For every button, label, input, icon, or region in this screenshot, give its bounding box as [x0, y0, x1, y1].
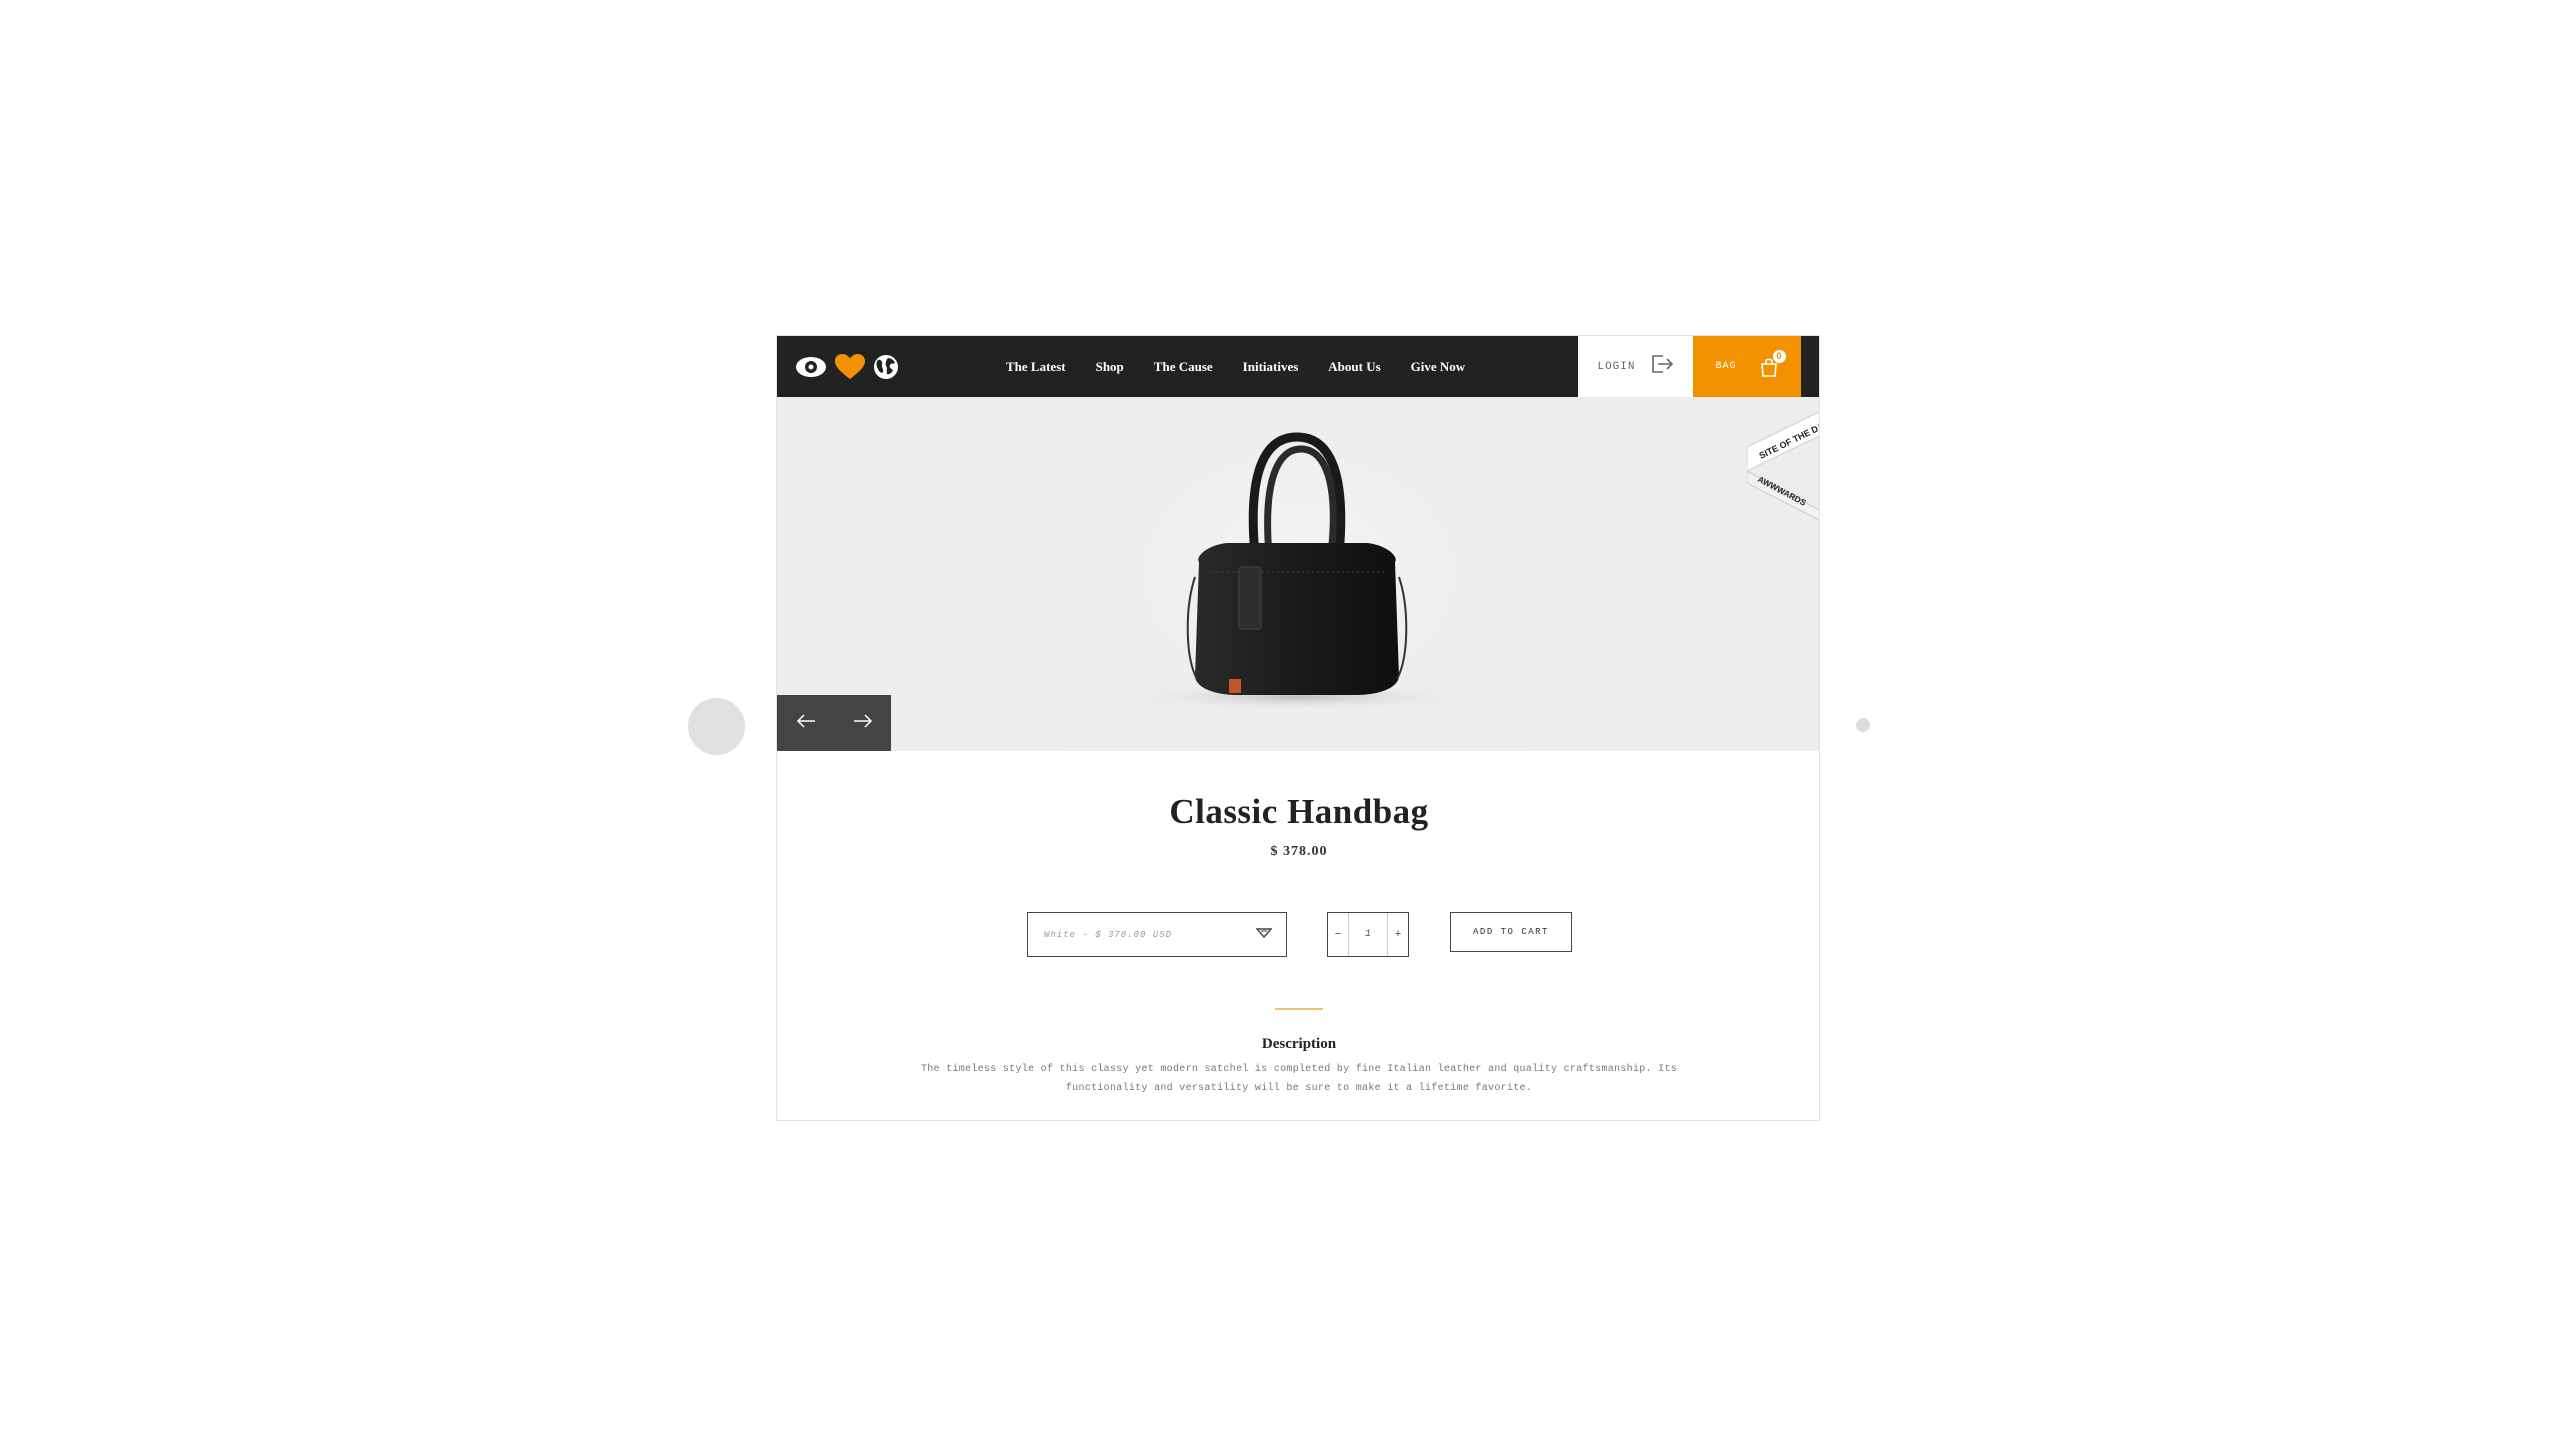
description-body: The timeless style of this classy yet mo…	[920, 1064, 1678, 1094]
outer-slideshow-next[interactable]	[1856, 718, 1870, 732]
bag-icon: 0	[1759, 349, 1786, 377]
bag-button[interactable]: BAG 0	[1693, 336, 1801, 397]
nav-item-give-now[interactable]: Give Now	[1396, 359, 1481, 375]
hero-prev-button[interactable]	[777, 695, 834, 751]
nav-item-the-latest[interactable]: The Latest	[991, 359, 1081, 375]
chevron-down-icon	[1255, 926, 1273, 944]
variant-selected-value: White - $ 378.00 USD	[1044, 929, 1173, 940]
qty-decrement-button[interactable]: −	[1328, 913, 1348, 956]
nav-item-shop[interactable]: Shop	[1081, 359, 1139, 375]
nav-item-initiatives[interactable]: Initiatives	[1228, 359, 1314, 375]
bag-label: BAG	[1715, 361, 1737, 372]
globe-icon	[873, 354, 899, 380]
nav-item-about-us[interactable]: About Us	[1313, 359, 1395, 375]
heart-icon	[835, 354, 865, 380]
login-button[interactable]: LOGIN	[1578, 336, 1693, 397]
eye-icon	[795, 356, 827, 378]
nav-item-the-cause[interactable]: The Cause	[1139, 359, 1228, 375]
hero-next-button[interactable]	[834, 695, 891, 751]
description-heading: Description	[1261, 1036, 1337, 1052]
section-divider	[1275, 1008, 1323, 1010]
quantity-stepper: − 1 +	[1327, 912, 1409, 957]
logo[interactable]	[795, 352, 899, 382]
add-to-cart-button[interactable]: ADD TO CART	[1450, 912, 1572, 952]
awwwards-ribbon[interactable]: SITE OF THE DAY AWWWARDS	[1747, 411, 1820, 521]
hero-slider-controls	[777, 695, 891, 751]
product-hero: SITE OF THE DAY AWWWARDS	[777, 397, 1820, 751]
navbar: The Latest Shop The Cause Initiatives Ab…	[777, 336, 1819, 397]
main-nav: The Latest Shop The Cause Initiatives Ab…	[991, 336, 1480, 397]
product-title: Classic Handbag	[1169, 792, 1429, 831]
qty-value[interactable]: 1	[1348, 913, 1388, 956]
handbag-image	[1127, 432, 1467, 711]
product-page-frame: The Latest Shop The Cause Initiatives Ab…	[776, 335, 1820, 1121]
qty-increment-button[interactable]: +	[1388, 913, 1408, 956]
arrow-left-icon	[796, 713, 816, 734]
product-price: $ 378.00	[1270, 844, 1328, 859]
login-label: LOGIN	[1597, 360, 1636, 373]
bag-count-badge: 0	[1772, 349, 1786, 363]
variant-select[interactable]: White - $ 378.00 USD	[1027, 912, 1287, 957]
arrow-right-icon	[853, 713, 873, 734]
outer-slideshow-prev[interactable]	[688, 698, 745, 755]
login-icon	[1650, 354, 1674, 379]
